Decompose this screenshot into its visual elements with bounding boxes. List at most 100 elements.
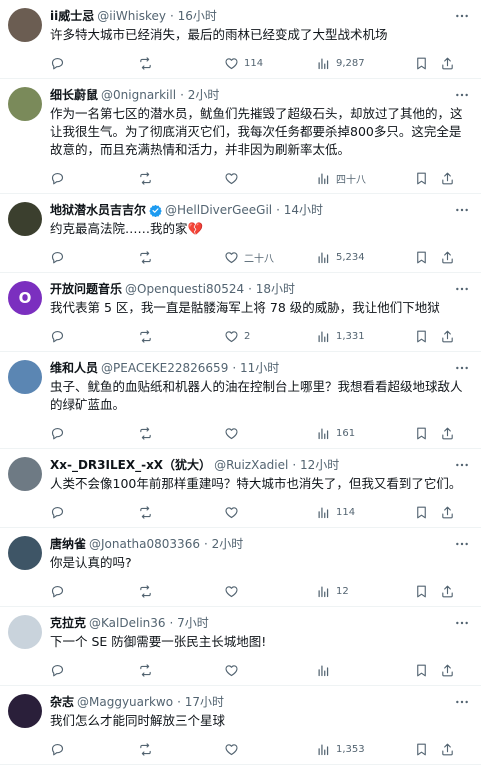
user-handle[interactable]: @iiWhiskey	[97, 8, 166, 24]
bookmark-button[interactable]	[414, 663, 440, 678]
tweet[interactable]: O 开放问题音乐 @Openquesti80524 · 18小时 我代表第 5 区，我一…	[0, 273, 481, 352]
more-icon[interactable]	[453, 360, 471, 376]
more-icon[interactable]	[453, 457, 471, 473]
reply-button[interactable]	[50, 742, 138, 757]
bookmark-button[interactable]	[414, 505, 440, 520]
views-button[interactable]: 1,353	[316, 742, 414, 757]
more-icon[interactable]	[453, 694, 471, 710]
like-button[interactable]: 二十八	[224, 250, 316, 265]
display-name[interactable]: 开放问题音乐	[50, 281, 122, 297]
like-button[interactable]	[224, 584, 316, 599]
avatar[interactable]	[8, 360, 42, 394]
retweet-button[interactable]	[138, 584, 224, 599]
share-button[interactable]	[440, 584, 460, 599]
avatar[interactable]	[8, 615, 42, 649]
like-button[interactable]: 114	[224, 56, 316, 71]
display-name[interactable]: Xx-_DR3ILEX_-xX（犹大）	[50, 457, 211, 473]
like-button[interactable]	[224, 663, 316, 678]
retweet-button[interactable]	[138, 426, 224, 441]
reply-button[interactable]	[50, 329, 138, 344]
reply-button[interactable]	[50, 171, 138, 186]
tweet[interactable]: Xx-_DR3ILEX_-xX（犹大） @RuizXadiel · 12小时 人类不会…	[0, 449, 481, 528]
retweet-button[interactable]	[138, 742, 224, 757]
tweet[interactable]: 维和人员 @PEACEKE22826659 · 11小时 虫子、鱿鱼的血贴纸和机器人的…	[0, 352, 481, 449]
retweet-button[interactable]	[138, 329, 224, 344]
timestamp[interactable]: · 18小时	[248, 281, 295, 297]
views-button[interactable]: 9,287	[316, 56, 414, 71]
bookmark-button[interactable]	[414, 56, 440, 71]
retweet-button[interactable]	[138, 56, 224, 71]
tweet[interactable]: 克拉克 @KalDelin36 · 7小时 下一个 SE 防御需要一张民主长城地图!	[0, 607, 481, 686]
user-handle[interactable]: @Jonatha0803366	[89, 536, 200, 552]
like-button[interactable]	[224, 505, 316, 520]
timestamp[interactable]: · 11小时	[232, 360, 279, 376]
views-button[interactable]: 12	[316, 584, 414, 599]
tweet[interactable]: 细长蔚鼠 @0nignarkill · 2小时 作为一名第七区的潜水员，鱿鱼们先摧毁了…	[0, 79, 481, 194]
more-icon[interactable]	[453, 87, 471, 103]
views-button[interactable]: 5,234	[316, 250, 414, 265]
avatar[interactable]	[8, 202, 42, 236]
user-handle[interactable]: @RuizXadiel	[214, 457, 288, 473]
views-button[interactable]	[316, 663, 414, 678]
reply-button[interactable]	[50, 584, 138, 599]
views-button[interactable]: 161	[316, 426, 414, 441]
share-button[interactable]	[440, 56, 460, 71]
share-button[interactable]	[440, 171, 460, 186]
display-name[interactable]: 杂志	[50, 694, 74, 710]
user-handle[interactable]: @0nignarkill	[101, 87, 176, 103]
display-name[interactable]: 唐纳雀	[50, 536, 86, 552]
reply-button[interactable]	[50, 505, 138, 520]
share-button[interactable]	[440, 505, 460, 520]
avatar[interactable]	[8, 536, 42, 570]
display-name[interactable]: ii威士忌	[50, 8, 94, 24]
user-handle[interactable]: @KalDelin36	[89, 615, 166, 631]
timestamp[interactable]: · 12小时	[292, 457, 339, 473]
timestamp[interactable]: · 17小时	[177, 694, 224, 710]
tweet[interactable]: 地狱潜水员吉吉尔 @HellDiverGeeGil · 14小时 约克最高法院……我的…	[0, 194, 481, 273]
retweet-button[interactable]	[138, 505, 224, 520]
reply-button[interactable]	[50, 663, 138, 678]
like-button[interactable]	[224, 742, 316, 757]
bookmark-button[interactable]	[414, 584, 440, 599]
display-name[interactable]: 克拉克	[50, 615, 86, 631]
timestamp[interactable]: · 16小时	[170, 8, 217, 24]
bookmark-button[interactable]	[414, 742, 440, 757]
views-button[interactable]: 1,331	[316, 329, 414, 344]
user-handle[interactable]: @Openquesti80524	[125, 281, 244, 297]
like-button[interactable]	[224, 171, 316, 186]
tweet[interactable]: 杂志 @Maggyuarkwo · 17小时 我们怎么才能同时解放三个星球 1,353	[0, 686, 481, 765]
bookmark-button[interactable]	[414, 171, 440, 186]
avatar[interactable]	[8, 457, 42, 491]
reply-button[interactable]	[50, 56, 138, 71]
like-button[interactable]	[224, 426, 316, 441]
user-handle[interactable]: @PEACEKE22826659	[101, 360, 228, 376]
tweet[interactable]: 唐纳雀 @Jonatha0803366 · 2小时 你是认真的吗? 12	[0, 528, 481, 607]
reply-button[interactable]	[50, 250, 138, 265]
share-button[interactable]	[440, 250, 460, 265]
user-handle[interactable]: @Maggyuarkwo	[77, 694, 173, 710]
avatar[interactable]: O	[8, 281, 42, 315]
avatar[interactable]	[8, 87, 42, 121]
more-icon[interactable]	[453, 202, 471, 218]
share-button[interactable]	[440, 742, 460, 757]
timestamp[interactable]: · 2小时	[180, 87, 219, 103]
timestamp[interactable]: · 2小时	[204, 536, 243, 552]
user-handle[interactable]: @HellDiverGeeGil	[165, 202, 272, 218]
display-name[interactable]: 维和人员	[50, 360, 98, 376]
bookmark-button[interactable]	[414, 426, 440, 441]
timestamp[interactable]: · 7小时	[170, 615, 209, 631]
more-icon[interactable]	[453, 615, 471, 631]
more-icon[interactable]	[453, 281, 471, 297]
bookmark-button[interactable]	[414, 329, 440, 344]
share-button[interactable]	[440, 426, 460, 441]
avatar[interactable]	[8, 694, 42, 728]
timestamp[interactable]: · 14小时	[276, 202, 323, 218]
views-button[interactable]: 114	[316, 505, 414, 520]
avatar[interactable]	[8, 8, 42, 42]
retweet-button[interactable]	[138, 663, 224, 678]
like-button[interactable]: 2	[224, 329, 316, 344]
display-name[interactable]: 地狱潜水员吉吉尔	[50, 202, 146, 218]
bookmark-button[interactable]	[414, 250, 440, 265]
retweet-button[interactable]	[138, 171, 224, 186]
more-icon[interactable]	[453, 8, 471, 24]
